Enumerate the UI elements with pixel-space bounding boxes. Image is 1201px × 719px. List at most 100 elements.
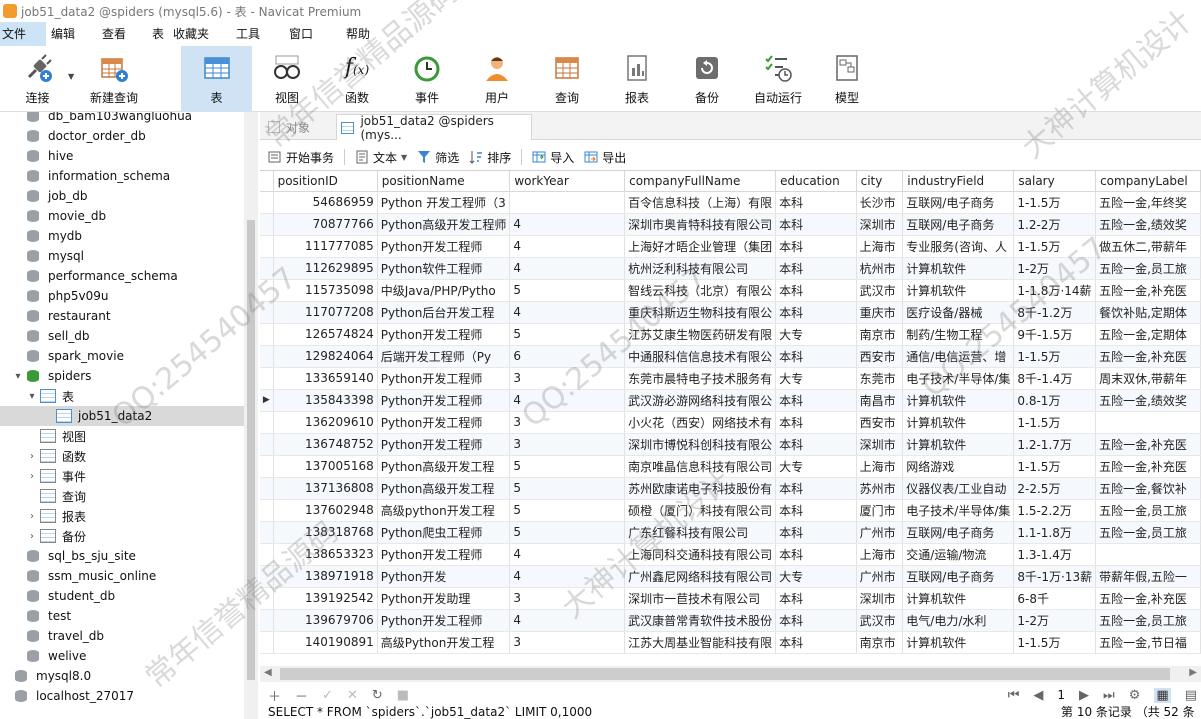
table-row[interactable]: 112629895 Python软件工程师 4 杭州泛利科技有限公司 本科 杭州市 计算机软… — [260, 257, 1201, 280]
table-cell[interactable]: Python软件工程师 — [377, 257, 511, 280]
row-marker[interactable] — [260, 455, 274, 478]
table-cell[interactable]: 中级Java/PHP/Pytho — [377, 279, 511, 302]
menu-table[interactable]: 表 — [147, 22, 173, 46]
table-cell[interactable]: 电气/电力/水利 — [902, 609, 1015, 632]
table-cell[interactable]: 五险一金,节日福 — [1095, 631, 1201, 654]
row-marker[interactable] — [260, 609, 274, 632]
table-cell[interactable]: 厦门市 — [856, 499, 904, 522]
table-cell[interactable]: Python高级开发工程 — [377, 477, 511, 500]
sidebar-item[interactable]: › 函数 — [0, 446, 244, 466]
chevron-down-icon[interactable]: ▾ — [12, 371, 24, 382]
table-cell[interactable]: 南京市 — [856, 323, 904, 346]
sidebar-item[interactable]: movie_db — [0, 206, 244, 226]
table-cell[interactable]: 计算机软件 — [902, 411, 1015, 434]
table-cell[interactable]: 5 — [509, 477, 626, 500]
row-marker[interactable] — [260, 323, 274, 346]
filter-button[interactable]: 筛选 — [417, 149, 459, 166]
row-marker[interactable] — [260, 301, 274, 324]
table-cell[interactable]: 本科 — [775, 257, 857, 280]
begin-transaction-button[interactable]: 开始事务 — [268, 149, 334, 166]
table-cell[interactable]: 3 — [509, 631, 626, 654]
table-cell[interactable]: 4 — [509, 543, 626, 566]
table-cell[interactable]: 计算机软件 — [902, 257, 1015, 280]
sidebar-item[interactable]: spark_movie — [0, 346, 244, 366]
table-cell[interactable]: 后端开发工程师（Py — [377, 345, 511, 368]
table-row[interactable]: 129824064 后端开发工程师（Py 6 中通服科信信息技术有限公 本科 西安市 通信/… — [260, 345, 1201, 368]
table-cell[interactable]: 1-1.5万 — [1013, 345, 1097, 368]
table-cell[interactable]: 4 — [509, 389, 626, 412]
sidebar-item[interactable]: hive — [0, 146, 244, 166]
table-cell[interactable]: 南京唯晶信息科技有限公司 — [624, 455, 777, 478]
form-view-icon[interactable]: ▤ — [1185, 688, 1197, 703]
sidebar-item[interactable]: › 备份 — [0, 526, 244, 546]
new-query-button[interactable]: 新建查询 — [84, 46, 144, 112]
table-cell[interactable]: Python高级开发工程师 — [377, 213, 511, 236]
table-cell[interactable]: 深圳市 — [856, 587, 904, 610]
table-cell[interactable]: 1.2-2万 — [1013, 213, 1097, 236]
table-row[interactable]: ▶ 135843398 Python开发工程师 4 武汉游必游网络科技有限公 本科 南昌市计… — [260, 389, 1201, 412]
sidebar-item[interactable]: job_db — [0, 186, 244, 206]
table-cell[interactable]: 武汉游必游网络科技有限公 — [624, 389, 777, 412]
table-cell[interactable]: 东莞市晨特电子技术服务有 — [624, 367, 777, 390]
connect-dropdown-icon[interactable]: ▼ — [68, 72, 74, 81]
sidebar-scrollbar-thumb[interactable] — [247, 220, 255, 680]
table-cell[interactable]: 专业服务(咨询、人 — [902, 235, 1015, 258]
table-cell[interactable]: 8千-1.4万 — [1013, 367, 1097, 390]
menu-file[interactable]: 文件 — [0, 22, 46, 46]
table-cell[interactable]: 五险一金,补充医 — [1095, 279, 1201, 302]
table-cell[interactable]: 计算机软件 — [902, 587, 1015, 610]
table-cell[interactable]: 五险一金,餐饮补 — [1095, 477, 1201, 500]
table-cell[interactable]: 五险一金,补充医 — [1095, 345, 1201, 368]
table-cell[interactable]: 杭州泛利科技有限公司 — [624, 257, 777, 280]
table-cell[interactable]: 五险一金,补充医 — [1095, 455, 1201, 478]
table-cell[interactable]: 做五休二,带薪年 — [1095, 235, 1201, 258]
table-cell[interactable]: 计算机软件 — [902, 631, 1015, 654]
sidebar-item[interactable]: job51_data2 — [0, 406, 244, 426]
table-row[interactable]: 70877766 Python高级开发工程师 4 深圳市奥肯特科技有限公司 本科 深圳市互… — [260, 213, 1201, 236]
table-cell[interactable]: Python开发 — [377, 565, 511, 588]
table-cell[interactable]: 五险一金,员工旅 — [1095, 257, 1201, 280]
table-cell[interactable]: 通信/电信运营、增 — [902, 345, 1015, 368]
table-cell[interactable]: 1-1.8万·14薪 — [1013, 279, 1097, 302]
table-cell[interactable]: Python开发工程师 — [377, 543, 511, 566]
row-marker[interactable] — [260, 521, 274, 544]
row-marker[interactable] — [260, 279, 274, 302]
sidebar-item[interactable]: ▾ 表 — [0, 386, 244, 406]
table-row[interactable]: 111777085 Python开发工程师 4 上海好才晤企业管理（集团 本科 上海市 专业… — [260, 235, 1201, 258]
table-cell[interactable]: Python爬虫工程师 — [377, 521, 511, 544]
column-header[interactable]: companyFullName — [624, 171, 777, 192]
table-cell[interactable]: Python开发工程师 — [377, 433, 511, 456]
sidebar-item[interactable]: db_bam103wangluohua — [0, 112, 244, 126]
table-cell[interactable]: 3 — [509, 367, 626, 390]
table-cell[interactable]: 大专 — [775, 455, 857, 478]
table-cell[interactable]: 本科 — [775, 477, 857, 500]
backup-button[interactable]: 备份 — [682, 46, 732, 112]
row-marker[interactable] — [260, 433, 274, 456]
sidebar-item[interactable]: 视图 — [0, 426, 244, 446]
table-cell[interactable]: 133659140 — [273, 367, 378, 390]
sort-button[interactable]: 排序 — [469, 149, 511, 166]
table-cell[interactable]: 五险一金,绩效奖 — [1095, 389, 1201, 412]
table-row[interactable]: 137602948 高级python开发工程 5 硕橙（厦门）科技有限公司 本科 厦门市电… — [260, 499, 1201, 522]
chevron-right-icon[interactable]: › — [26, 471, 38, 482]
table-cell[interactable]: 广东红餐科技有限公司 — [624, 521, 777, 544]
table-cell[interactable]: 112629895 — [273, 257, 378, 280]
column-header[interactable]: companyLabel — [1095, 171, 1201, 192]
table-cell[interactable]: 4 — [509, 257, 626, 280]
table-cell[interactable]: 本科 — [775, 411, 857, 434]
table-cell[interactable]: 1.1-1.8万 — [1013, 521, 1097, 544]
table-cell[interactable]: 电子技术/半导体/集 — [902, 499, 1015, 522]
column-header[interactable]: positionName — [377, 171, 511, 192]
row-marker[interactable] — [260, 367, 274, 390]
delete-record-icon[interactable]: － — [295, 686, 308, 705]
table-cell[interactable]: 本科 — [775, 389, 857, 412]
table-row[interactable]: 126574824 Python开发工程师 5 江苏艾康生物医药研发有限 大专 南京市 制药… — [260, 323, 1201, 346]
table-cell[interactable]: 1-1.5万 — [1013, 455, 1097, 478]
table-cell[interactable]: 本科 — [775, 543, 857, 566]
table-cell[interactable]: 智线云科技（北京）有限公 — [624, 279, 777, 302]
table-cell[interactable]: 8千-1万·13薪 — [1013, 565, 1097, 588]
table-cell[interactable]: 广州市 — [856, 565, 904, 588]
table-cell[interactable]: 111777085 — [273, 235, 378, 258]
table-cell[interactable]: Python开发工程师 — [377, 367, 511, 390]
table-cell[interactable]: 深圳市博悦科创科技有限公 — [624, 433, 777, 456]
